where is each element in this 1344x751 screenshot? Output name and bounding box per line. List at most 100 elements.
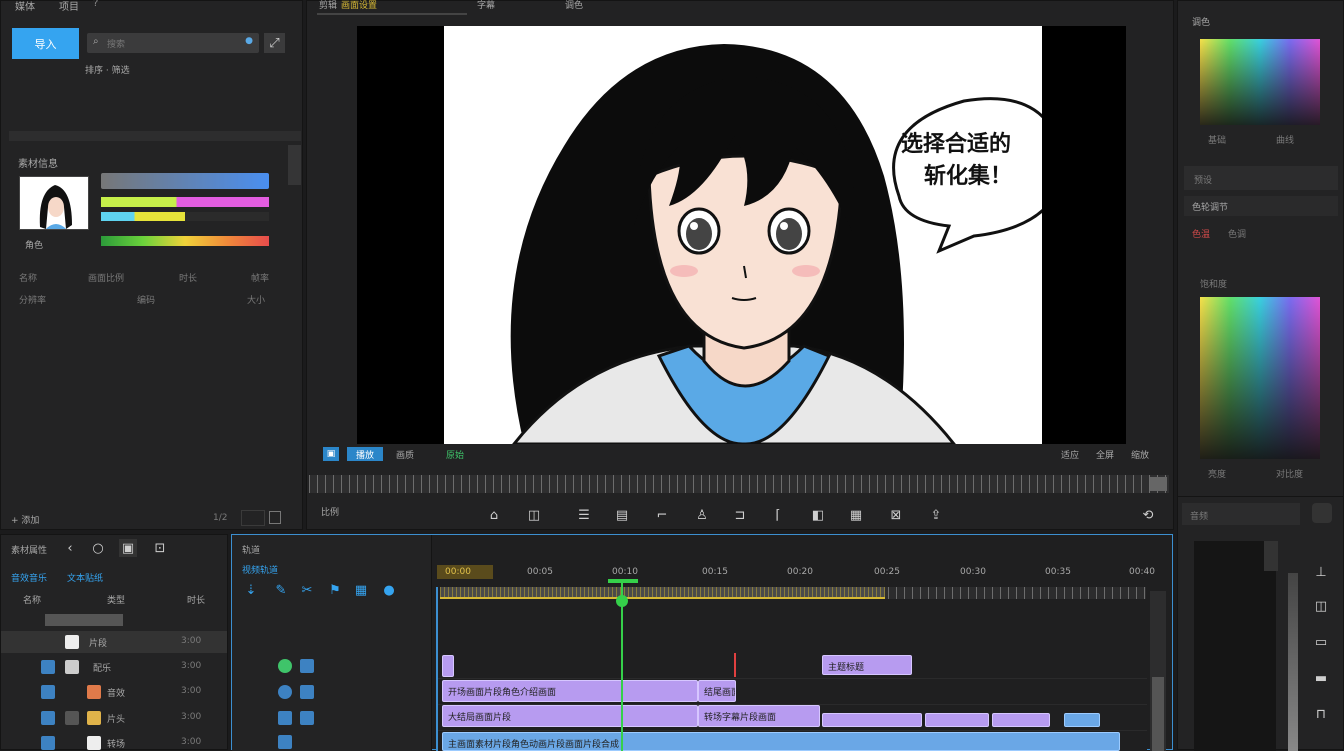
search-input[interactable]: ⌕ 搜索 ● <box>87 33 259 53</box>
box-icon[interactable]: ▣ <box>119 539 137 557</box>
audio-header-icon[interactable] <box>1312 503 1332 523</box>
import-button[interactable]: 导入 <box>12 28 79 59</box>
temp-label[interactable]: 色温 <box>1192 227 1210 240</box>
meter-icon-5[interactable]: ⊓ <box>1312 705 1330 723</box>
help-icon[interactable]: ● <box>380 581 398 599</box>
tab-frame-settings[interactable]: 画面设置 <box>341 0 377 11</box>
crop-icon[interactable]: ⌐ <box>653 506 671 524</box>
properties-tab[interactable]: 素材属性 <box>11 543 47 556</box>
preset-row[interactable]: 预设 <box>1184 166 1338 190</box>
list-item-4-name[interactable]: 片头 <box>107 712 125 725</box>
gradient-bar-1[interactable] <box>101 173 269 189</box>
list-item-5-name[interactable]: 转场 <box>107 737 125 750</box>
quality-label[interactable]: 画质 <box>396 448 414 461</box>
meter-icon-2[interactable]: ◫ <box>1312 597 1330 615</box>
list-item-3-name[interactable]: 音效 <box>107 686 125 699</box>
circle-icon[interactable]: ○ <box>89 539 107 557</box>
clip-transition[interactable]: 转场字幕片段画面 <box>698 705 820 727</box>
save-icon[interactable]: ▦ <box>847 506 865 524</box>
marker-icon[interactable]: ⚑ <box>326 581 344 599</box>
list-icon[interactable]: ☰ <box>575 506 593 524</box>
tab-subtitle[interactable]: 字幕 <box>477 0 495 11</box>
tab-edit[interactable]: 剪辑 <box>319 0 337 11</box>
sort-label[interactable]: 排序 · 筛选 <box>85 63 130 76</box>
clip-ending[interactable]: 结尾画面 <box>698 680 736 702</box>
track-2-icon[interactable] <box>278 685 292 699</box>
back-icon[interactable]: ‹ <box>61 539 79 557</box>
document-icon[interactable]: ▤ <box>613 506 631 524</box>
tab-project[interactable]: 项目 <box>59 0 79 13</box>
tint-label[interactable]: 色调 <box>1228 227 1246 240</box>
magnet-icon[interactable]: ✂ <box>298 581 316 599</box>
asset-thumbnail[interactable] <box>19 176 89 230</box>
person-icon[interactable]: ♙ <box>693 506 711 524</box>
scrollbar[interactable] <box>288 145 301 185</box>
home-icon[interactable]: ⌂ <box>485 506 503 524</box>
swatch-row[interactable] <box>101 197 269 207</box>
grid-icon[interactable]: ▦ <box>352 581 370 599</box>
basic-label[interactable]: 基础 <box>1208 133 1226 146</box>
scrubber-end[interactable] <box>1150 477 1167 491</box>
track-3-icon[interactable] <box>278 711 292 725</box>
meter-icon-3[interactable]: ▭ <box>1312 633 1330 651</box>
clip-segment-c[interactable] <box>992 713 1050 727</box>
clip-title[interactable]: 主题标题 <box>822 655 912 675</box>
audio-tab[interactable]: 音效音乐 <box>11 571 47 584</box>
fullscreen-label[interactable]: 全屏 <box>1096 448 1114 461</box>
video-canvas[interactable]: 选择合适的 斩化集！ <box>357 26 1126 444</box>
tab-color[interactable]: 调色 <box>565 0 583 11</box>
list-item-1-name[interactable]: 片段 <box>89 636 107 649</box>
contrast-label[interactable]: 对比度 <box>1276 467 1303 480</box>
audio-fader[interactable] <box>1264 541 1278 571</box>
image-icon[interactable]: ⊠ <box>887 506 905 524</box>
clear-icon[interactable]: ● <box>245 36 253 46</box>
track-1-icon[interactable] <box>278 659 292 673</box>
play-mode-button[interactable]: 播放 <box>347 447 383 461</box>
clip-segment-a[interactable] <box>822 713 922 727</box>
clip-finale[interactable]: 大结局画面片段 <box>442 705 698 727</box>
clip-small[interactable] <box>442 655 454 677</box>
color-picker-2[interactable] <box>1200 297 1320 459</box>
hue-bar[interactable] <box>101 236 269 246</box>
image-icon-2[interactable]: ⊡ <box>151 539 169 557</box>
clip-segment-b[interactable] <box>925 713 989 727</box>
list-progress[interactable] <box>45 614 123 626</box>
brightness-label[interactable]: 亮度 <box>1208 467 1226 480</box>
color-picker-1[interactable] <box>1200 39 1320 125</box>
playhead-knob[interactable] <box>616 595 628 607</box>
panel-icon[interactable]: ◧ <box>809 506 827 524</box>
timeline-ruler[interactable]: 00:00 00:05 00:10 00:15 00:20 00:25 00:3… <box>437 565 1162 581</box>
mode-icon[interactable]: ▣ <box>323 447 339 461</box>
export-icon[interactable]: ⇪ <box>927 506 945 524</box>
settings-icon[interactable]: ⟲ <box>1139 506 1157 524</box>
zoom-label[interactable]: 缩放 <box>1131 448 1149 461</box>
fit-label[interactable]: 适应 <box>1061 448 1079 461</box>
list-item-2-name[interactable]: 配乐 <box>93 661 111 674</box>
tab-media[interactable]: 媒体 <box>15 0 35 13</box>
clip-main[interactable]: 主画面素材片段角色动画片段画面片段合成 <box>442 732 1120 751</box>
track-2-icon-b[interactable] <box>300 685 314 699</box>
meter-icon-1[interactable]: ⊥ <box>1312 563 1330 581</box>
original-label[interactable]: 原始 <box>446 448 464 461</box>
snap-icon[interactable]: ⇣ <box>242 581 260 599</box>
viewer-scrubber[interactable] <box>309 475 1169 493</box>
clip-opening[interactable]: 开场画面片段角色介绍画面 <box>442 680 698 702</box>
filter-icon[interactable]: ⤢ <box>264 33 285 53</box>
split-view-icon[interactable]: ◫ <box>525 506 543 524</box>
track-4-icon[interactable] <box>278 735 292 749</box>
saturation-label[interactable]: 饱和度 <box>1200 277 1227 290</box>
footer-icon[interactable] <box>269 511 281 524</box>
playhead-handle[interactable] <box>608 579 638 583</box>
swatch-row-2[interactable] <box>101 212 269 221</box>
ratio-label[interactable]: 比例 <box>321 505 339 518</box>
track-1-icon-b[interactable] <box>300 659 314 673</box>
link-icon[interactable]: ✎ <box>272 581 290 599</box>
tab-icon[interactable]: ? <box>93 0 98 9</box>
meter-icon-4[interactable]: ▬ <box>1312 669 1330 687</box>
tag-icon[interactable]: ⊐ <box>731 506 749 524</box>
add-button[interactable]: + 添加 <box>11 513 39 526</box>
frame-icon[interactable]: ⌈ <box>769 506 787 524</box>
curve-label[interactable]: 曲线 <box>1276 133 1294 146</box>
video-track-label[interactable]: 视频轨道 <box>242 563 278 576</box>
track-3-icon-b[interactable] <box>300 711 314 725</box>
